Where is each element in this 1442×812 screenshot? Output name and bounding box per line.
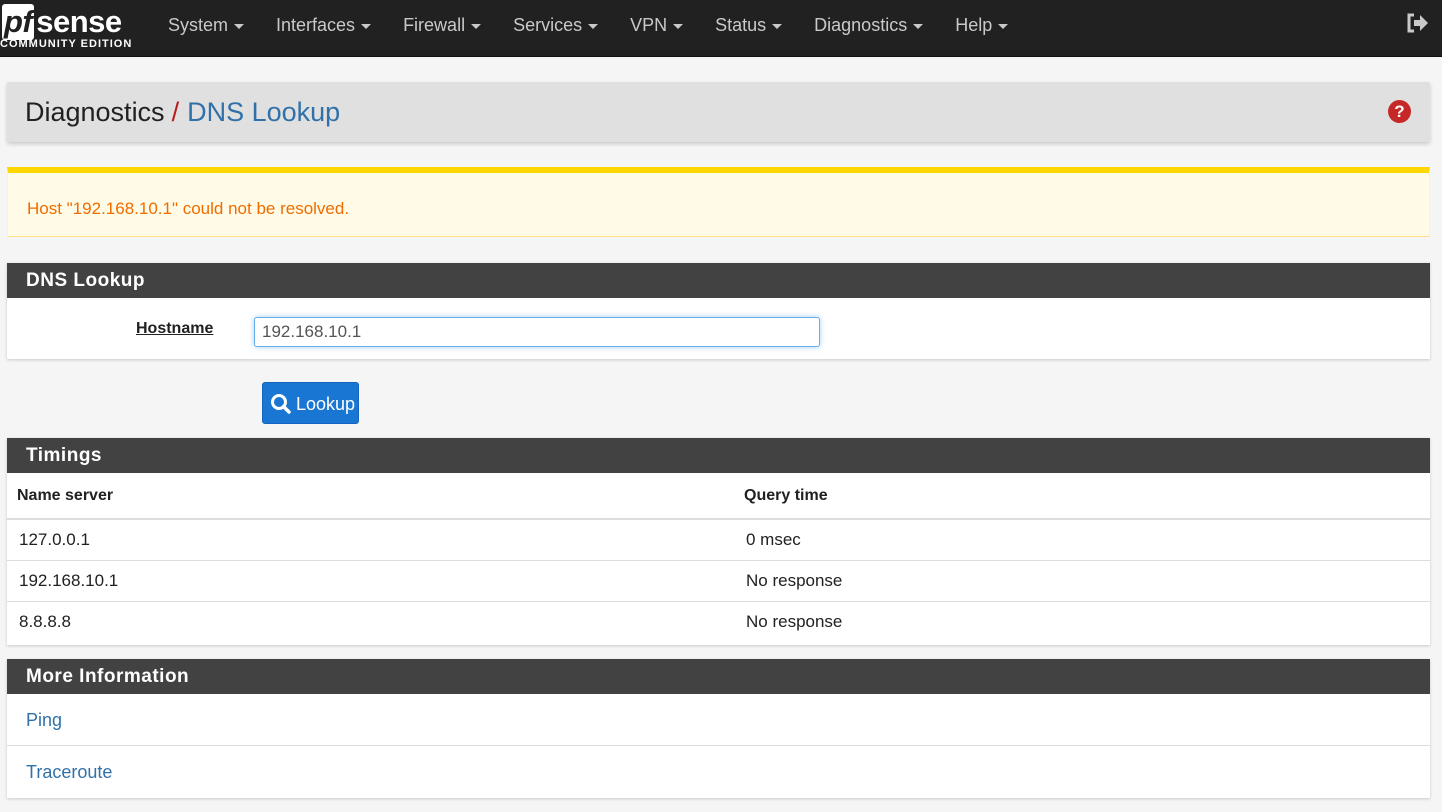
page-header: Diagnostics / DNS Lookup ? (7, 82, 1430, 142)
timings-table: Name server Query time 127.0.0.1 0 msec … (7, 473, 1430, 642)
caret-down-icon (772, 23, 783, 29)
caret-down-icon (588, 23, 599, 29)
nav-services[interactable]: Services (497, 0, 614, 57)
main-menu: System Interfaces Firewall Services VPN … (152, 0, 1024, 57)
logo-sense: sense (36, 4, 122, 39)
table-row: 8.8.8.8 No response (7, 600, 1430, 642)
nav-vpn[interactable]: VPN (614, 0, 699, 57)
lookup-button-label: Lookup (296, 394, 356, 414)
caret-down-icon (471, 23, 482, 29)
nav-firewall[interactable]: Firewall (387, 0, 497, 57)
panel-title: More Information (7, 659, 1430, 694)
nav-label: Firewall (403, 15, 466, 35)
name-server-cell: 8.8.8.8 (7, 600, 734, 642)
ping-link[interactable]: Ping (7, 694, 1430, 746)
hostname-label: Hostname (136, 320, 214, 337)
breadcrumb-parent[interactable]: Diagnostics (25, 97, 165, 127)
name-server-cell: 127.0.0.1 (7, 518, 734, 560)
nav-help[interactable]: Help (939, 0, 1024, 57)
lookup-button[interactable]: Lookup (262, 382, 359, 424)
alert-message: Host "192.168.10.1" could not be resolve… (27, 199, 350, 218)
logo-edition: COMMUNITY EDITION (0, 38, 133, 50)
more-information-panel: More Information Ping Traceroute (7, 659, 1430, 798)
nav-label: VPN (630, 15, 668, 35)
breadcrumb-current[interactable]: DNS Lookup (187, 97, 340, 127)
query-time-cell: 0 msec (734, 518, 1430, 560)
search-icon (271, 394, 291, 414)
caret-down-icon (913, 23, 924, 29)
nav-label: Status (715, 15, 767, 35)
column-header-query-time: Query time (734, 473, 1430, 520)
caret-down-icon (234, 23, 245, 29)
nav-label: Diagnostics (814, 15, 908, 35)
table-row: 127.0.0.1 0 msec (7, 518, 1430, 560)
help-icon[interactable]: ? (1388, 100, 1411, 123)
nav-status[interactable]: Status (699, 0, 798, 57)
query-time-cell: No response (734, 600, 1430, 642)
nav-interfaces[interactable]: Interfaces (260, 0, 387, 57)
timings-panel: Timings Name server Query time 127.0.0.1… (7, 438, 1430, 645)
nav-label: System (168, 15, 229, 35)
nav-system[interactable]: System (152, 0, 260, 57)
nav-diagnostics[interactable]: Diagnostics (798, 0, 939, 57)
traceroute-link[interactable]: Traceroute (7, 746, 1430, 798)
caret-down-icon (673, 23, 684, 29)
panel-title: Timings (7, 438, 1430, 473)
query-time-cell: No response (734, 559, 1430, 601)
sign-out-icon[interactable] (1406, 12, 1430, 34)
breadcrumb-separator: / (171, 97, 180, 127)
dns-lookup-panel: DNS Lookup Hostname (7, 263, 1430, 359)
nav-label: Interfaces (276, 15, 356, 35)
caret-down-icon (998, 23, 1009, 29)
caret-down-icon (361, 23, 372, 29)
hostname-input[interactable] (254, 317, 820, 347)
nav-label: Services (513, 15, 583, 35)
column-header-name-server: Name server (7, 473, 734, 520)
panel-title: DNS Lookup (7, 263, 1430, 298)
top-navbar: pf sense COMMUNITY EDITION System Interfa… (0, 0, 1442, 57)
breadcrumb: Diagnostics / DNS Lookup (25, 96, 340, 128)
name-server-cell: 192.168.10.1 (7, 559, 734, 601)
logo-pf: pf (2, 4, 35, 40)
pfsense-logo[interactable]: pf sense COMMUNITY EDITION (0, 4, 135, 54)
table-row: 192.168.10.1 No response (7, 559, 1430, 601)
warning-alert: Host "192.168.10.1" could not be resolve… (7, 167, 1430, 237)
table-header-row: Name server Query time (7, 473, 1430, 520)
nav-label: Help (955, 15, 993, 35)
logo-wordmark: pf sense (2, 4, 122, 40)
